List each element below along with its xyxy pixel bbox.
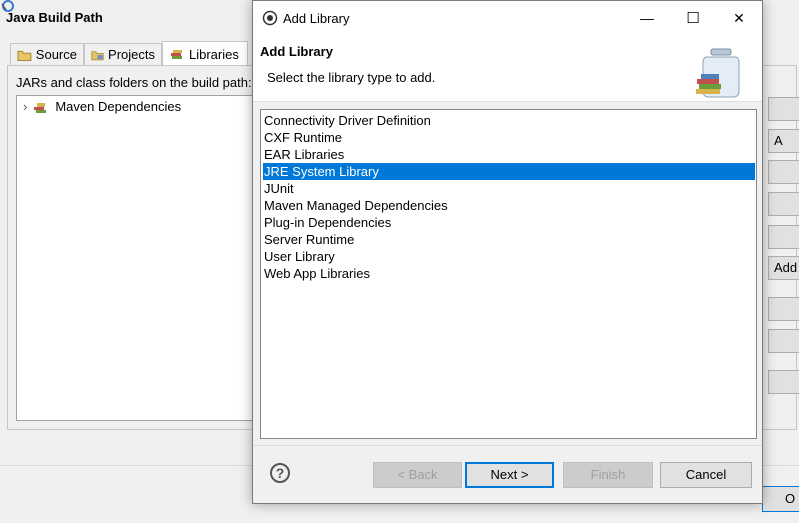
list-item-maven-managed-dependencies[interactable]: Maven Managed Dependencies: [263, 197, 755, 214]
cancel-button[interactable]: Cancel: [660, 462, 752, 488]
dialog-title: Add Library: [283, 11, 350, 26]
dialog-titlebar[interactable]: Add Library — ☐ ✕: [253, 1, 762, 35]
build-path-description: JARs and class folders on the build path…: [16, 75, 252, 90]
build-path-tree[interactable]: › Maven Dependencies: [16, 95, 256, 421]
ok-button[interactable]: O: [762, 486, 799, 512]
minimize-icon[interactable]: —: [624, 1, 670, 35]
side-button-5[interactable]: [768, 225, 799, 249]
source-folder-icon: [17, 50, 32, 61]
list-item-connectivity-driver-definition[interactable]: Connectivity Driver Definition: [263, 112, 755, 129]
list-item-junit[interactable]: JUnit: [263, 180, 755, 197]
expand-chevron-icon[interactable]: ›: [23, 99, 27, 114]
side-button-1[interactable]: [768, 97, 799, 121]
button-bar-divider: [253, 445, 762, 446]
list-item-jre-system-library[interactable]: JRE System Library: [263, 163, 755, 180]
close-icon[interactable]: ✕: [716, 1, 762, 35]
list-item-ear-libraries[interactable]: EAR Libraries: [263, 146, 755, 163]
tab-label: Libraries: [189, 46, 239, 62]
side-button-9[interactable]: [768, 370, 799, 394]
side-button-4[interactable]: [768, 192, 799, 216]
list-item-cxf-runtime[interactable]: CXF Runtime: [263, 129, 755, 146]
projects-icon: [91, 50, 104, 60]
help-icon[interactable]: ?: [270, 463, 290, 483]
dialog-header: Add Library Select the library type to a…: [253, 35, 762, 102]
finish-button[interactable]: Finish: [563, 462, 653, 488]
back-button[interactable]: < Back: [373, 462, 462, 488]
list-item-user-library[interactable]: User Library: [263, 248, 755, 265]
eclipse-icon: [262, 10, 278, 26]
side-button-7[interactable]: [768, 297, 799, 321]
tab-label: Projects: [108, 47, 155, 62]
list-item-server-runtime[interactable]: Server Runtime: [263, 231, 755, 248]
page-message: Select the library type to add.: [267, 70, 436, 85]
next-button[interactable]: Next >: [465, 462, 554, 488]
tab-source[interactable]: Source: [10, 43, 84, 65]
library-jar-icon: [696, 48, 740, 98]
libraries-icon: [171, 50, 182, 59]
tab-libraries[interactable]: Libraries: [162, 41, 248, 66]
side-button-8[interactable]: [768, 329, 799, 353]
side-button-2[interactable]: A: [768, 129, 799, 153]
maximize-icon[interactable]: ☐: [670, 1, 716, 35]
list-item-plug-in-dependencies[interactable]: Plug-in Dependencies: [263, 214, 755, 231]
window-title: Java Build Path: [6, 10, 103, 25]
tree-item-maven-dependencies[interactable]: › Maven Dependencies: [23, 99, 181, 114]
library-icon: [34, 102, 47, 113]
tab-projects[interactable]: Projects: [84, 43, 162, 65]
page-title: Add Library: [260, 44, 333, 59]
side-button-add[interactable]: Add: [768, 256, 799, 280]
side-button-3[interactable]: [768, 160, 799, 184]
library-type-list[interactable]: Connectivity Driver Definition CXF Runti…: [260, 109, 757, 439]
tree-item-label: Maven Dependencies: [55, 99, 182, 114]
add-library-dialog: Add Library — ☐ ✕ Add Library Select the…: [252, 0, 763, 504]
list-item-web-app-libraries[interactable]: Web App Libraries: [263, 265, 755, 282]
tab-label: Source: [35, 47, 77, 62]
